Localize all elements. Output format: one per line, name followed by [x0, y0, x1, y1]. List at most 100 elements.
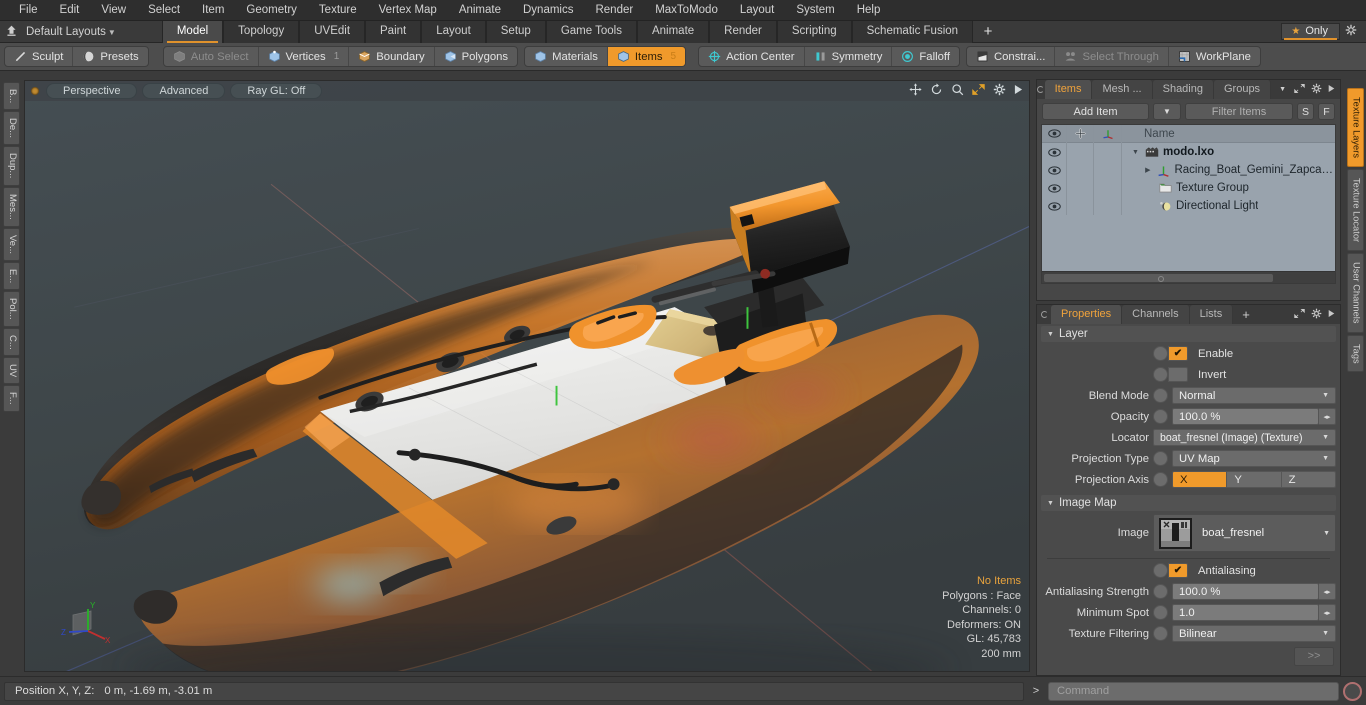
right-tab-texture-locator[interactable]: Texture Locator	[1346, 168, 1364, 252]
viewport-menu-dot[interactable]	[31, 87, 39, 95]
layer-section-header[interactable]: ▼ Layer	[1041, 326, 1336, 342]
opacity-stepper[interactable]: ◂▸	[1319, 408, 1336, 425]
projection-axis-x[interactable]: X	[1173, 472, 1228, 487]
menu-item-select[interactable]: Select	[137, 0, 191, 21]
layout-tab-paint[interactable]: Paint	[365, 20, 422, 43]
layout-name[interactable]: Default Layouts ▼	[22, 26, 126, 38]
left-tab-7[interactable]: C...	[3, 327, 20, 357]
row-axis-cell[interactable]	[1094, 179, 1122, 197]
layout-tab-layout[interactable]: Layout	[421, 20, 486, 43]
filter-f-button[interactable]: F	[1318, 103, 1335, 120]
left-tab-5[interactable]: E...	[3, 261, 20, 290]
constraint-option-workplane[interactable]: WorkPlane	[1169, 47, 1260, 66]
items-tree-row[interactable]: Texture Group	[1042, 179, 1335, 197]
more-options-button[interactable]: >>	[1294, 647, 1334, 666]
minimum-spot-stepper[interactable]: ◂▸	[1319, 604, 1336, 621]
properties-tab-channels[interactable]: Channels	[1122, 305, 1190, 324]
row-axis-cell[interactable]	[1094, 197, 1122, 215]
antialiasing-strength-input[interactable]: 100.0 %	[1172, 583, 1319, 600]
select-mode-auto-select[interactable]: Auto Select	[164, 47, 259, 66]
row-expander[interactable]: ▶	[1145, 166, 1153, 174]
image-select[interactable]: boat_fresnel ▼	[1153, 514, 1336, 552]
layout-tab-uvedit[interactable]: UVEdit	[299, 20, 366, 43]
properties-tab-properties[interactable]: Properties	[1051, 305, 1123, 324]
menu-item-layout[interactable]: Layout	[729, 0, 786, 21]
items-tab-groups[interactable]: Groups	[1213, 80, 1272, 99]
enable-knob[interactable]	[1153, 346, 1168, 361]
right-tab-texture-layers[interactable]: Texture Layers	[1346, 88, 1364, 167]
menu-item-item[interactable]: Item	[191, 0, 235, 21]
left-tab-4[interactable]: Ve...	[3, 227, 20, 261]
menu-item-edit[interactable]: Edit	[49, 0, 91, 21]
row-visibility-toggle[interactable]	[1042, 197, 1067, 215]
add-item-button[interactable]: Add Item	[1042, 103, 1149, 120]
rotate-icon[interactable]	[930, 83, 943, 99]
home-icon[interactable]	[0, 24, 22, 40]
select-mode-polygons[interactable]: Polygons	[435, 47, 517, 66]
menu-item-animate[interactable]: Animate	[448, 0, 512, 21]
mode-button-sculpt[interactable]: Sculpt	[5, 47, 74, 66]
maximize-icon[interactable]	[972, 83, 985, 99]
layout-tab-model[interactable]: Model	[161, 20, 224, 43]
items-tab-items[interactable]: Items	[1044, 80, 1093, 99]
opacity-knob[interactable]	[1153, 409, 1168, 424]
projection-axis-z[interactable]: Z	[1281, 472, 1335, 487]
menu-item-dynamics[interactable]: Dynamics	[512, 0, 584, 21]
viewport-shading-button[interactable]: Advanced	[142, 83, 226, 99]
left-tab-0[interactable]: B...	[3, 82, 20, 111]
tool-option-action-center[interactable]: Action Center	[699, 47, 805, 66]
invert-checkbox[interactable]: ✔ Invert	[1153, 367, 1226, 382]
menu-item-help[interactable]: Help	[846, 0, 892, 21]
antialiasing-strength-stepper[interactable]: ◂▸	[1319, 583, 1336, 600]
menu-item-maxtomodo[interactable]: MaxToModo	[644, 0, 729, 21]
row-visibility-toggle[interactable]	[1042, 161, 1067, 179]
left-tab-9[interactable]: F...	[3, 385, 20, 413]
left-tab-3[interactable]: Mes...	[3, 186, 20, 227]
mode-button-presets[interactable]: Presets	[73, 47, 147, 66]
blend-mode-select[interactable]: Normal	[1172, 387, 1336, 404]
viewport-projection-button[interactable]: Perspective	[46, 83, 138, 99]
left-tab-8[interactable]: UV	[3, 357, 20, 385]
projection-axis-segments[interactable]: XYZ	[1172, 471, 1336, 488]
menu-item-texture[interactable]: Texture	[308, 0, 368, 21]
projection-axis-knob[interactable]	[1153, 472, 1168, 487]
items-tree[interactable]: Name ▼ modo.lxo ▶ Racing_Boat_Gemini_Zapcat…	[1041, 124, 1336, 284]
menu-item-geometry[interactable]: Geometry	[235, 0, 308, 21]
locator-select[interactable]: boat_fresnel (Image) (Texture)	[1153, 429, 1336, 446]
move-icon[interactable]	[909, 83, 922, 99]
menu-item-vertex-map[interactable]: Vertex Map	[368, 0, 448, 21]
opacity-input[interactable]: 100.0 %	[1172, 408, 1319, 425]
record-icon[interactable]	[1343, 681, 1362, 701]
row-lock-cell[interactable]	[1067, 197, 1094, 215]
invert-check[interactable]: ✔	[1168, 367, 1188, 382]
arrow-right-icon[interactable]	[1328, 84, 1335, 96]
texture-filtering-select[interactable]: Bilinear	[1172, 625, 1336, 642]
add-item-dropdown[interactable]: ▼	[1153, 103, 1181, 120]
viewport-raygl-button[interactable]: Ray GL: Off	[230, 83, 323, 99]
layout-tab-topology[interactable]: Topology	[223, 20, 300, 43]
projection-type-select[interactable]: UV Map	[1172, 450, 1336, 467]
items-tab-shading[interactable]: Shading	[1152, 80, 1214, 99]
tool-option-falloff[interactable]: Falloff	[892, 47, 959, 66]
item-mode-materials[interactable]: Materials	[525, 47, 608, 66]
antialiasing-check[interactable]: ✔	[1168, 563, 1188, 578]
only-toggle-button[interactable]: ★ Only	[1281, 23, 1340, 40]
layout-tab-animate[interactable]: Animate	[636, 20, 710, 43]
enable-checkbox[interactable]: ✔ Enable	[1153, 346, 1233, 361]
gear-icon[interactable]	[1311, 308, 1322, 322]
tool-option-symmetry[interactable]: Symmetry	[805, 47, 893, 66]
properties-tab-lists[interactable]: Lists	[1189, 305, 1234, 324]
items-tree-row-name[interactable]: Directional Light	[1122, 200, 1335, 213]
invert-knob[interactable]	[1153, 367, 1168, 382]
row-lock-cell[interactable]	[1067, 179, 1094, 197]
menu-item-system[interactable]: System	[785, 0, 845, 21]
projection-axis-y[interactable]: Y	[1227, 472, 1282, 487]
layout-tab-scripting[interactable]: Scripting	[776, 20, 852, 43]
right-tab-tags[interactable]: Tags	[1346, 334, 1364, 373]
antialiasing-strength-knob[interactable]	[1153, 584, 1168, 599]
menu-item-render[interactable]: Render	[584, 0, 644, 21]
items-tab-mesh[interactable]: Mesh ...	[1092, 80, 1153, 99]
row-axis-cell[interactable]	[1094, 161, 1122, 179]
items-tree-row-name[interactable]: Texture Group	[1122, 182, 1335, 194]
right-tab-user-channels[interactable]: User Channels	[1346, 253, 1364, 333]
